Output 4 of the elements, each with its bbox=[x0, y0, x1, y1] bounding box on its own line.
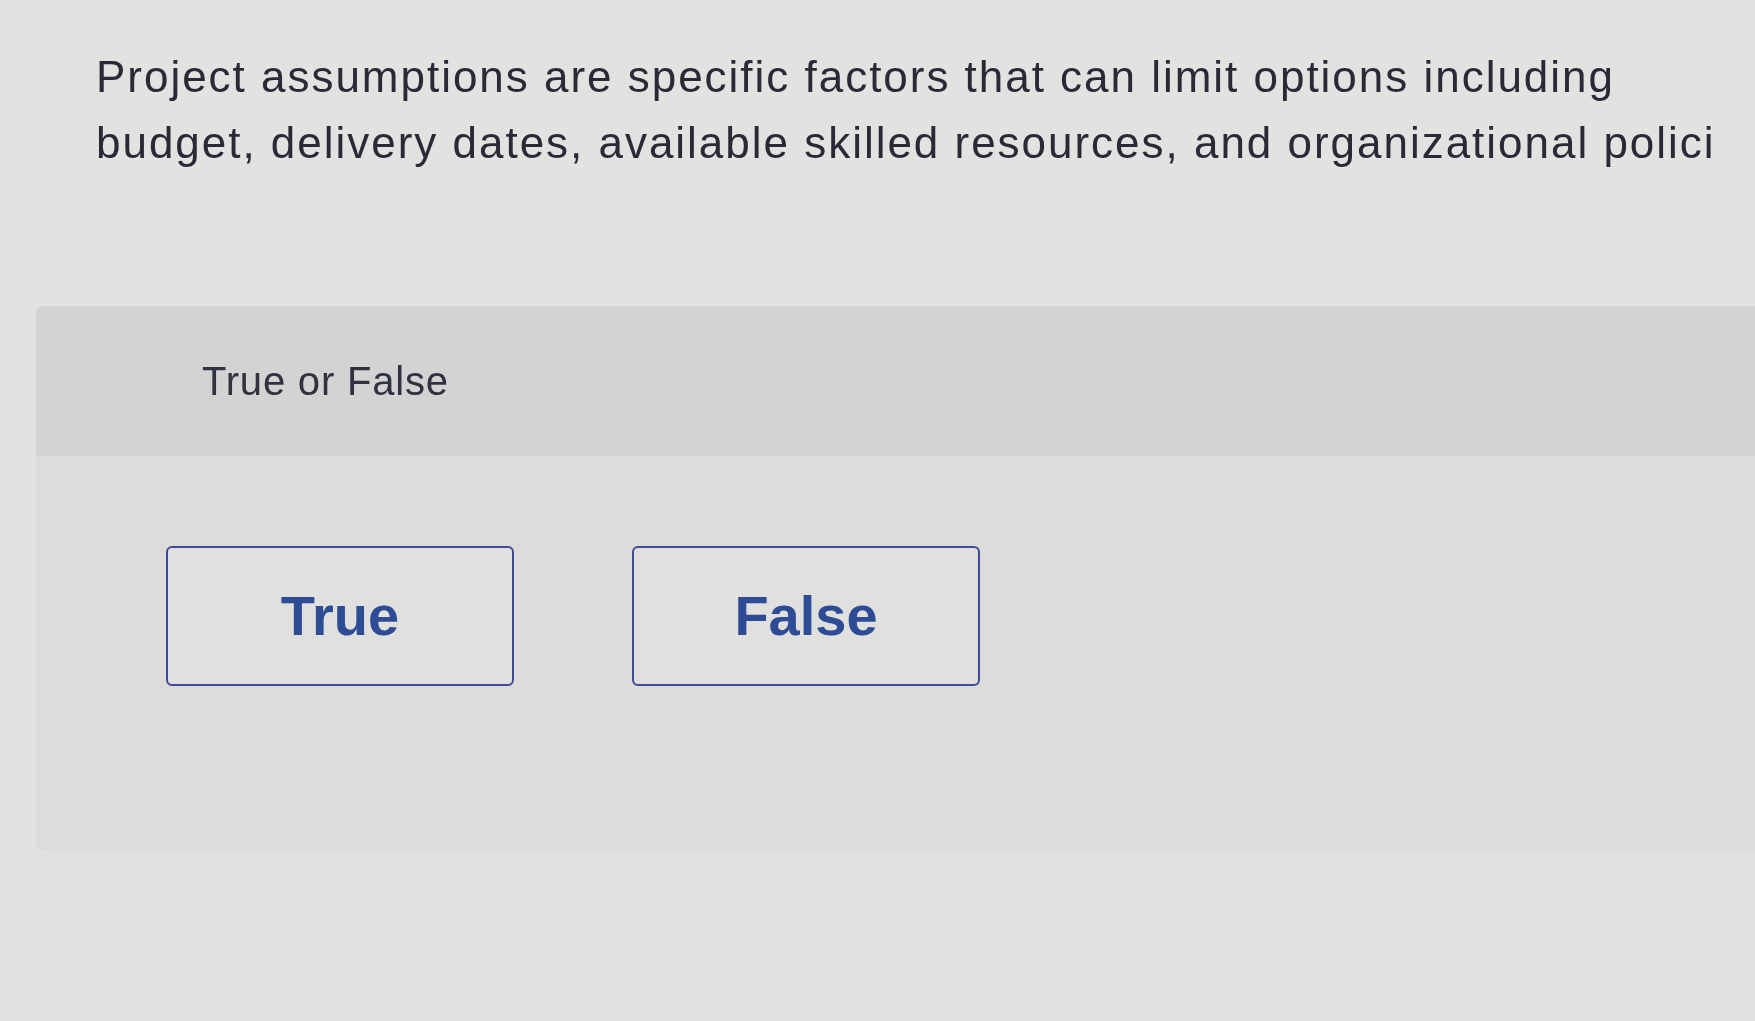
answer-option-button[interactable]: True bbox=[166, 546, 514, 686]
question-text: Project assumptions are specific factors that can limit options including budget, delivery dates, available skilled resources, and organizational polici bbox=[96, 51, 1716, 169]
answer-option-button[interactable]: False bbox=[632, 546, 980, 686]
prompt-label: True or False bbox=[202, 358, 449, 405]
